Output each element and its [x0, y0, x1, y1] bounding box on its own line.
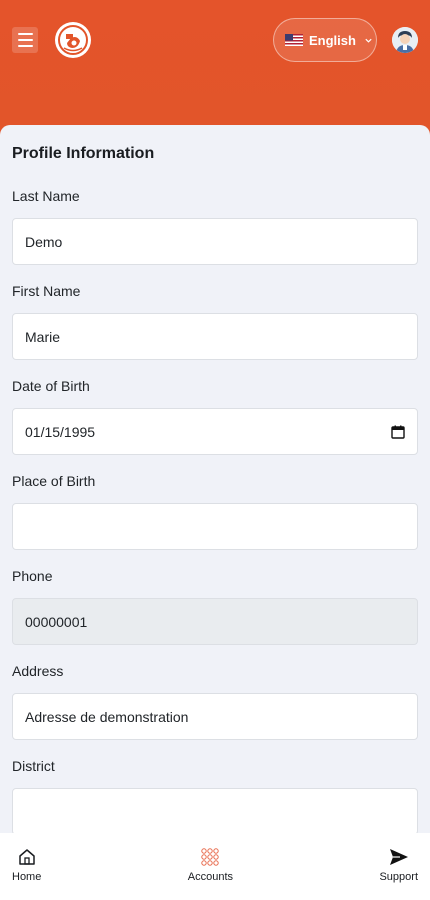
chevron-down-icon	[365, 38, 372, 43]
nav-home-label: Home	[12, 871, 42, 883]
first-name-field: First Name Marie	[12, 281, 418, 360]
nav-support-label: Support	[379, 871, 418, 883]
menu-button[interactable]	[12, 27, 38, 53]
profile-card: Profile Information Last Name Demo First…	[0, 125, 430, 833]
date-of-birth-input[interactable]: 01/15/1995	[12, 408, 418, 455]
phone-field: Phone 00000001	[12, 566, 418, 645]
bottom-navigation: Home Accounts Support	[0, 833, 430, 900]
place-of-birth-label: Place of Birth	[12, 473, 96, 489]
page-title: Profile Information	[12, 145, 155, 162]
address-field: Address Adresse de demonstration	[12, 661, 418, 740]
first-name-label: First Name	[12, 283, 81, 299]
hamburger-icon	[17, 33, 33, 35]
address-label: Address	[12, 663, 64, 679]
last-name-input[interactable]: Demo	[12, 218, 418, 265]
place-of-birth-field: Place of Birth	[12, 471, 418, 550]
send-icon	[389, 849, 408, 865]
user-avatar-icon[interactable]	[392, 27, 418, 53]
nav-support[interactable]: Support	[379, 847, 418, 883]
us-flag-icon	[285, 34, 303, 46]
nav-accounts[interactable]: Accounts	[188, 847, 233, 883]
language-selector[interactable]: English	[273, 18, 377, 62]
phone-input: 00000001	[12, 598, 418, 645]
language-label: English	[309, 32, 356, 48]
district-label: District	[12, 758, 55, 774]
calendar-icon[interactable]	[391, 425, 405, 439]
first-name-input[interactable]: Marie	[12, 313, 418, 360]
district-field: District	[12, 756, 418, 833]
last-name-field: Last Name Demo	[12, 186, 418, 265]
place-of-birth-input[interactable]	[12, 503, 418, 550]
date-of-birth-label: Date of Birth	[12, 378, 90, 394]
phone-label: Phone	[12, 568, 53, 584]
grid-dots-icon	[201, 848, 220, 866]
date-of-birth-field: Date of Birth 01/15/1995	[12, 376, 418, 455]
district-input[interactable]	[12, 788, 418, 833]
app-header: English	[0, 0, 430, 125]
nav-home[interactable]: Home	[12, 847, 41, 883]
last-name-label: Last Name	[12, 188, 80, 204]
nav-accounts-label: Accounts	[187, 871, 234, 883]
brand-logo-icon[interactable]	[55, 22, 91, 58]
address-input[interactable]: Adresse de demonstration	[12, 693, 418, 740]
home-icon	[18, 849, 35, 865]
